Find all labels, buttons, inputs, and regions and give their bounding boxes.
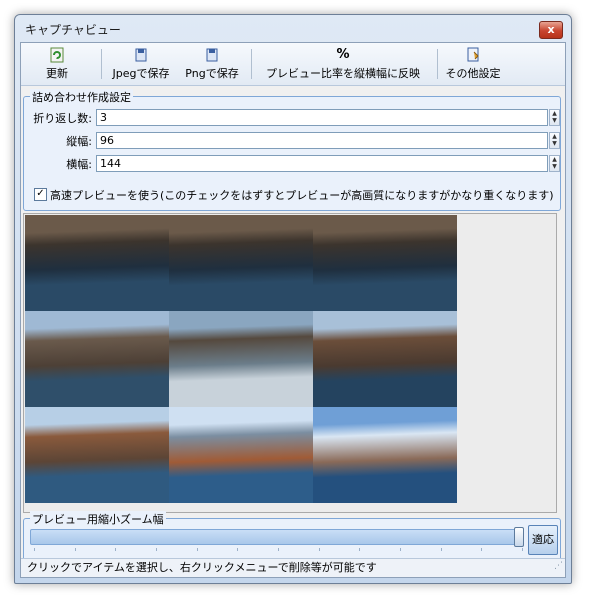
wrap-count-spinner[interactable]: ▲ ▼ <box>549 109 560 126</box>
slider-tick <box>156 548 157 551</box>
other-settings-label: その他設定 <box>445 67 501 80</box>
client-area: 更新 Jpegで保存 Pngで保存 % プレビュー比率を縦横幅に反映 その他設定… <box>20 42 566 578</box>
jpeg-save-label: Jpegで保存 <box>112 67 170 80</box>
thumbnail-image[interactable] <box>169 407 313 503</box>
slider-tick <box>359 548 360 551</box>
zoom-title: プレビュー用縮小ズーム幅 <box>30 511 166 527</box>
zoom-slider-handle[interactable] <box>514 527 524 547</box>
resize-grip-icon[interactable]: ⋰ <box>554 557 563 575</box>
window-title: キャプチャビュー <box>25 23 121 37</box>
spin-up-icon[interactable]: ▲ <box>550 156 559 163</box>
capture-view-window: キャプチャビュー x 更新 Jpegで保存 Pngで保存 % プレビュー比率を縦… <box>14 14 572 584</box>
apply-ratio-label: プレビュー比率を縦横幅に反映 <box>266 67 420 80</box>
png-save-label: Pngで保存 <box>185 67 239 80</box>
close-button[interactable]: x <box>539 21 563 39</box>
other-settings-button[interactable]: その他設定 <box>441 45 505 83</box>
thumbnail-image[interactable] <box>313 311 457 407</box>
tile-settings-title: 詰め合わせ作成設定 <box>30 89 133 105</box>
jpeg-save-icon <box>135 48 147 62</box>
zoom-ticks <box>34 548 523 551</box>
height-spinner[interactable]: ▲ ▼ <box>549 132 560 149</box>
toolbar-separator <box>251 49 252 79</box>
checkmark-icon: ✓ <box>36 188 45 199</box>
png-save-icon <box>206 48 218 62</box>
slider-tick <box>75 548 76 551</box>
slider-tick <box>400 548 401 551</box>
apply-ratio-button[interactable]: % プレビュー比率を縦横幅に反映 <box>255 45 431 83</box>
slider-tick <box>278 548 279 551</box>
close-icon[interactable]: x <box>547 23 554 36</box>
thumbnail-image[interactable] <box>169 215 313 311</box>
preview-area[interactable] <box>23 213 557 513</box>
width-input[interactable]: 144 <box>96 155 548 172</box>
spin-up-icon[interactable]: ▲ <box>550 110 559 117</box>
fast-preview-checkbox[interactable]: ✓ <box>34 188 47 201</box>
zoom-group: プレビュー用縮小ズーム幅 適応 <box>23 511 561 562</box>
png-save-button[interactable]: Pngで保存 <box>179 45 245 83</box>
spin-up-icon[interactable]: ▲ <box>550 133 559 140</box>
thumbnail-image[interactable] <box>25 215 169 311</box>
refresh-icon <box>50 47 64 63</box>
tile-settings-group: 詰め合わせ作成設定 折り返し数: 3 ▲ ▼ 縦幅: 96 ▲ ▼ 横幅: 144 … <box>23 89 561 211</box>
thumbnail-image[interactable] <box>25 311 169 407</box>
toolbar-separator <box>101 49 102 79</box>
slider-tick <box>34 548 35 551</box>
percent-icon: % <box>336 47 350 62</box>
wrap-count-label: 折り返し数: <box>33 112 92 125</box>
spin-down-icon[interactable]: ▼ <box>550 140 559 147</box>
width-spinner[interactable]: ▲ ▼ <box>549 155 560 172</box>
thumbnail-image[interactable] <box>313 407 457 503</box>
slider-tick <box>115 548 116 551</box>
jpeg-save-button[interactable]: Jpegで保存 <box>105 45 177 83</box>
status-text: クリックでアイテムを選択し、右クリックメニューで削除等が可能です <box>27 561 377 574</box>
slider-tick <box>237 548 238 551</box>
toolbar-separator <box>437 49 438 79</box>
zoom-slider[interactable] <box>30 529 522 545</box>
refresh-label: 更新 <box>46 67 68 80</box>
thumbnail-image[interactable] <box>25 407 169 503</box>
toolbar: 更新 Jpegで保存 Pngで保存 % プレビュー比率を縦横幅に反映 その他設定 <box>21 43 565 86</box>
settings-page-icon <box>467 47 479 62</box>
height-label: 縦幅: <box>66 135 92 148</box>
slider-tick <box>319 548 320 551</box>
spin-down-icon[interactable]: ▼ <box>550 117 559 124</box>
width-label: 横幅: <box>66 158 92 171</box>
fast-preview-label[interactable]: 高速プレビューを使う(このチェックをはずすとプレビューが高画質になりますがかなり… <box>50 187 554 203</box>
refresh-button[interactable]: 更新 <box>37 45 77 83</box>
fit-button[interactable]: 適応 <box>528 525 558 555</box>
slider-tick <box>481 548 482 551</box>
title-bar[interactable]: キャプチャビュー x <box>15 15 571 45</box>
spin-down-icon[interactable]: ▼ <box>550 163 559 170</box>
slider-tick <box>197 548 198 551</box>
status-bar: クリックでアイテムを選択し、右クリックメニューで削除等が可能です ⋰ <box>21 558 565 577</box>
thumbnail-image[interactable] <box>313 215 457 311</box>
thumbnail-grid <box>25 215 457 503</box>
slider-tick <box>522 548 523 551</box>
height-input[interactable]: 96 <box>96 132 548 149</box>
thumbnail-image[interactable] <box>169 311 313 407</box>
slider-tick <box>441 548 442 551</box>
wrap-count-input[interactable]: 3 <box>96 109 548 126</box>
